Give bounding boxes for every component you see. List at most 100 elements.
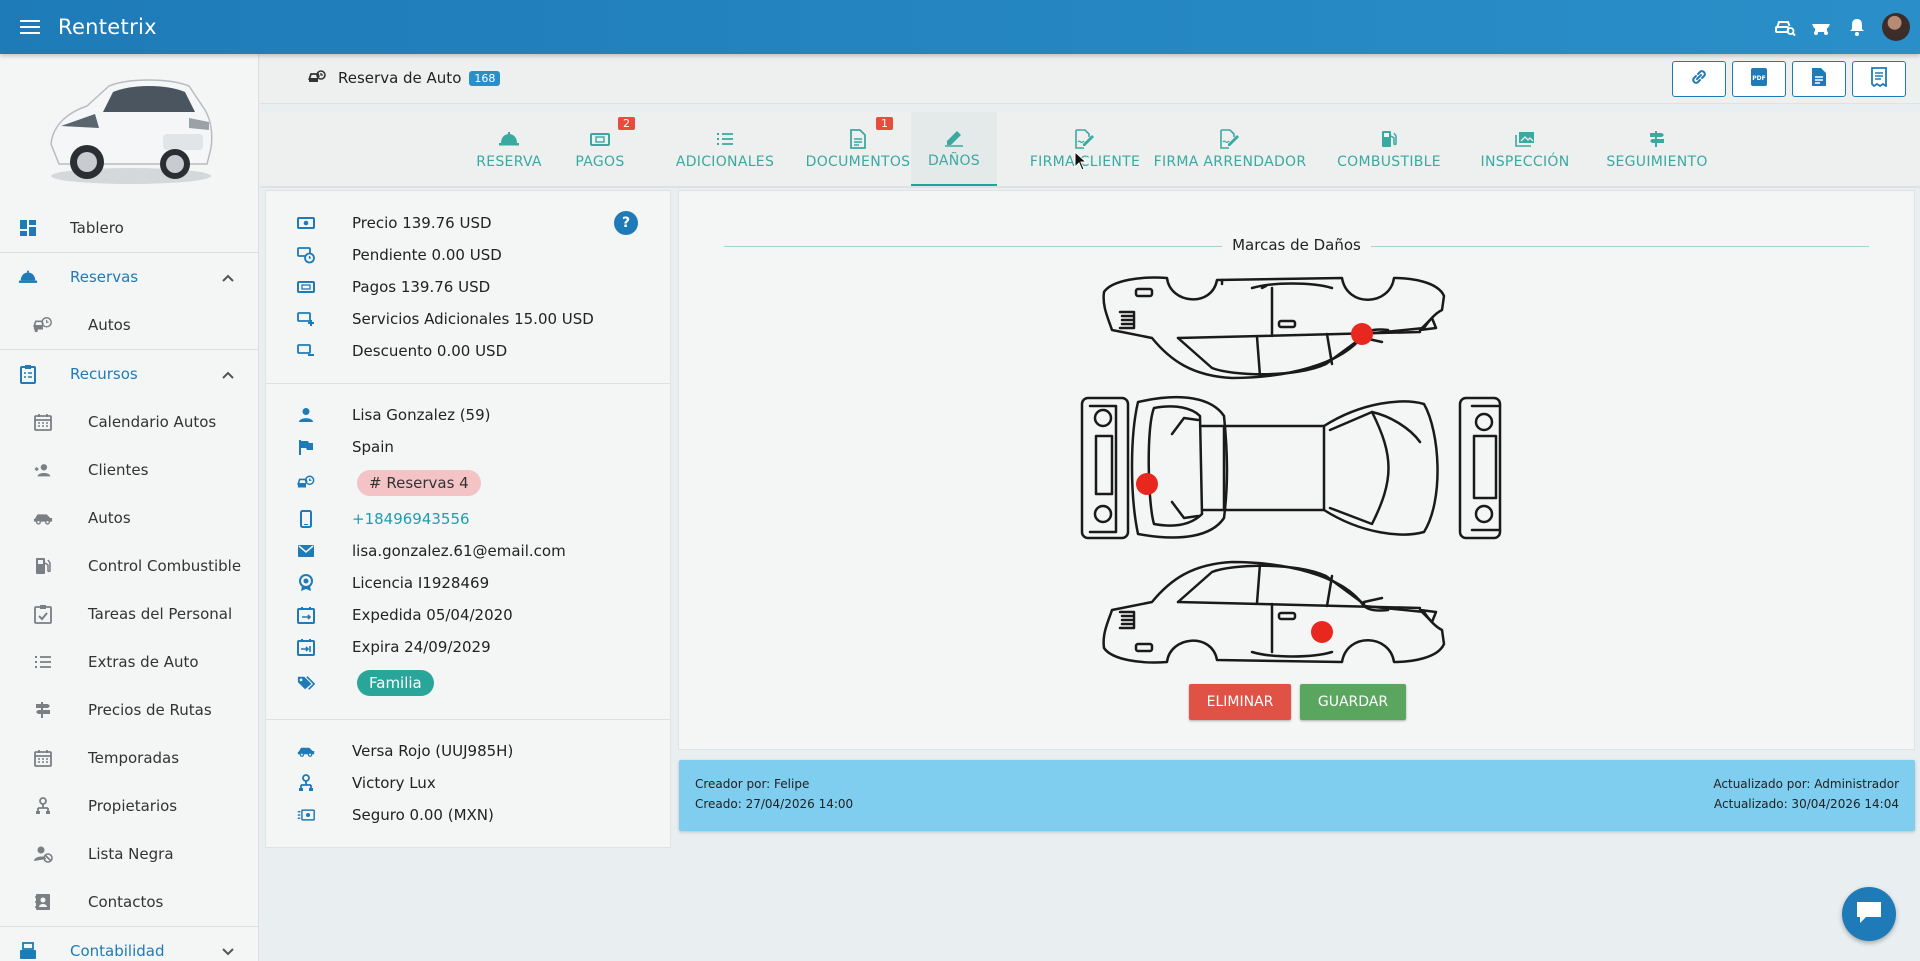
sidebar-item-label: Tablero xyxy=(70,219,124,237)
damage-mark[interactable] xyxy=(1311,621,1333,643)
damage-mark[interactable] xyxy=(1351,323,1373,345)
bell-icon[interactable] xyxy=(1846,16,1868,38)
fuel-icon xyxy=(1381,129,1397,149)
damage-marks-layer[interactable] xyxy=(1072,266,1522,676)
receipt-button[interactable] xyxy=(1852,61,1906,97)
damage-title: Marcas de Daños xyxy=(1222,236,1371,254)
page-header: Reserva de Auto 168 PDF xyxy=(260,54,1920,104)
calendar-arrow-icon xyxy=(297,606,315,624)
issued-row: Expedida 05/04/2020 xyxy=(266,602,670,628)
sidebar-item-label: Clientes xyxy=(88,461,149,479)
sidebar-item-reservas[interactable]: Reservas xyxy=(0,253,258,301)
sidebar-item-label: Extras de Auto xyxy=(88,653,199,671)
sidebar-item-label: Contabilidad xyxy=(70,942,165,960)
tag-row: Familia xyxy=(266,670,670,696)
chevron-up-icon xyxy=(222,365,234,383)
expires-row: Expira 24/09/2029 xyxy=(266,634,670,660)
tab-combustible[interactable]: COMBUSTIBLE xyxy=(1330,112,1448,186)
sidebar-item-label: Reservas xyxy=(70,268,139,286)
tab-firma-arrendador[interactable]: FIRMA ARRENDADOR xyxy=(1148,112,1312,186)
tab-reserva[interactable]: RESERVA xyxy=(476,112,542,186)
sidebar-item-contactos[interactable]: Contactos xyxy=(0,878,258,926)
list-icon xyxy=(716,129,734,149)
svg-text:PDF: PDF xyxy=(1752,75,1765,82)
phone-link[interactable]: +18496943556 xyxy=(352,510,470,528)
additional-services-row: Servicios Adicionales 15.00 USD xyxy=(266,306,670,332)
sidebar-item-extras-de-auto[interactable]: Extras de Auto xyxy=(0,638,258,686)
sidebar-item-label: Recursos xyxy=(70,365,138,383)
tab-seguimiento[interactable]: SEGUIMIENTO xyxy=(1594,112,1720,186)
cash-multiple-icon xyxy=(297,806,315,824)
chat-icon xyxy=(1854,899,1884,929)
tab-pagos[interactable]: PAGOS 2 xyxy=(565,112,635,186)
cash-icon xyxy=(297,214,315,232)
user-avatar[interactable] xyxy=(1882,13,1910,41)
top-bar: Rentetrix xyxy=(0,0,1920,54)
sidebar-item-clientes[interactable]: Clientes xyxy=(0,446,258,494)
reservation-id-badge: 168 xyxy=(469,70,501,86)
document-icon xyxy=(850,128,866,149)
country-row: Spain xyxy=(266,434,670,460)
insurance-row: Seguro 0.00 (MXN) xyxy=(266,802,670,828)
car-wash-icon[interactable] xyxy=(1810,16,1832,38)
created-at-text: Creado: 27/04/2026 14:00 xyxy=(695,797,854,811)
document-button[interactable] xyxy=(1792,61,1846,97)
link-button[interactable] xyxy=(1672,61,1726,97)
menu-icon[interactable] xyxy=(20,16,40,38)
customer-tag-chip[interactable]: Familia xyxy=(357,670,434,696)
pdf-button[interactable]: PDF xyxy=(1732,61,1786,97)
sidebar-item-tablero[interactable]: Tablero xyxy=(0,204,258,252)
reservation-info-panel: ? Precio 139.76 USD Pendiente 0.00 USD P… xyxy=(265,190,671,848)
bell-service-icon xyxy=(498,129,520,149)
bell-service-icon xyxy=(18,267,38,287)
sidebar-item-autos[interactable]: Autos xyxy=(0,301,258,349)
tab-inspección[interactable]: INSPECCIÓN xyxy=(1470,112,1580,186)
damage-mark[interactable] xyxy=(1136,473,1158,495)
tab-adicionales[interactable]: ADICIONALES xyxy=(650,112,800,186)
tab-badge: 2 xyxy=(618,117,635,130)
sidebar-item-recursos[interactable]: Recursos xyxy=(0,350,258,398)
calendar-end-icon xyxy=(297,638,315,656)
signpost-icon xyxy=(1648,129,1666,149)
sidebar-item-label: Tareas del Personal xyxy=(88,605,233,623)
sidebar-item-label: Control Combustible xyxy=(88,557,242,575)
save-button[interactable]: GUARDAR xyxy=(1300,684,1406,720)
reservations-count-chip[interactable]: # Reservas 4 xyxy=(357,470,481,496)
tags-icon xyxy=(297,674,315,692)
sidebar-item-precios-de-rutas[interactable]: Precios de Rutas xyxy=(0,686,258,734)
car-search-icon[interactable] xyxy=(1774,16,1796,38)
payments-row: Pagos 139.76 USD xyxy=(266,274,670,300)
sidebar-item-contabilidad[interactable]: Contabilidad xyxy=(0,927,258,961)
car-clock-icon xyxy=(308,69,326,87)
signpost-icon xyxy=(33,700,53,720)
sidebar-item-autos[interactable]: Autos xyxy=(0,494,258,542)
email-row: lisa.gonzalez.61@email.com xyxy=(266,538,670,564)
tab-daños[interactable]: DAÑOS xyxy=(911,112,997,186)
price-row: Precio 139.76 USD xyxy=(266,210,670,236)
sidebar-item-temporadas[interactable]: Temporadas xyxy=(0,734,258,782)
chat-button[interactable] xyxy=(1842,887,1896,941)
car-icon xyxy=(33,508,53,528)
sidebar-item-label: Autos xyxy=(88,316,131,334)
phone-icon xyxy=(297,510,315,528)
updated-at-text: Actualizado: 30/04/2026 14:04 xyxy=(1714,797,1899,811)
tab-badge: 1 xyxy=(876,117,893,130)
divider xyxy=(266,383,670,384)
delete-button[interactable]: ELIMINAR xyxy=(1189,684,1291,720)
receipt-icon xyxy=(1870,67,1888,91)
sidebar-item-label: Temporadas xyxy=(88,749,180,767)
list-icon xyxy=(33,652,53,672)
sidebar-item-lista-negra[interactable]: Lista Negra xyxy=(0,830,258,878)
sidebar-item-label: Precios de Rutas xyxy=(88,701,212,719)
flag-icon xyxy=(297,438,315,456)
task-icon xyxy=(33,604,53,624)
email-icon xyxy=(297,542,315,560)
sidebar-item-control-combustible[interactable]: Control Combustible xyxy=(0,542,258,590)
sidebar-item-propietarios[interactable]: Propietarios xyxy=(0,782,258,830)
calendar-icon xyxy=(33,412,53,432)
sidebar-item-calendario-autos[interactable]: Calendario Autos xyxy=(0,398,258,446)
badge-icon xyxy=(297,574,315,592)
user-block-icon xyxy=(33,844,53,864)
register-icon xyxy=(18,941,38,961)
sidebar-item-tareas-del-personal[interactable]: Tareas del Personal xyxy=(0,590,258,638)
